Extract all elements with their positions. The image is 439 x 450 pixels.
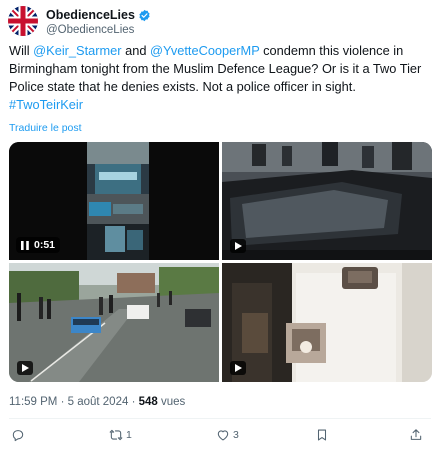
play-icon [235,242,242,250]
play-icon [235,364,242,372]
video-duration-badge: 0:51 [16,237,61,253]
reply-icon [12,430,24,442]
share-button[interactable] [409,428,423,442]
repost-icon [109,429,123,441]
divider [9,418,431,419]
author-name-row: ObedienceLies [46,8,151,22]
tweet-text-segment: and [121,43,151,58]
like-button[interactable]: 3 [216,428,239,442]
union-jack-flag-icon [8,6,38,36]
hashtag-link[interactable]: #TwoTeirKeir [9,97,83,112]
tweet-time[interactable]: 11:59 PM [9,396,57,408]
views-label: vues [157,396,186,408]
meta-separator: · [128,396,139,408]
tweet-text-segment: Will [9,43,34,58]
like-count: 3 [233,429,239,441]
pause-icon [21,240,29,250]
like-icon [217,430,229,441]
mention-link[interactable]: @Keir_Starmer [33,43,121,58]
author-avatar[interactable] [8,6,38,36]
author-display-name[interactable]: ObedienceLies [46,8,135,22]
video-duration: 0:51 [34,239,56,251]
share-icon [410,429,422,440]
views-count: 548 [138,396,158,408]
verified-badge-icon [139,9,150,21]
video-frame-car [222,142,432,260]
video-thumbnail-3[interactable] [9,263,219,382]
repost-count: 1 [126,429,132,441]
tweet-text: Will @Keir_Starmer and @YvetteCooperMP c… [9,42,431,114]
video-thumbnail-4[interactable] [222,263,432,382]
tweet-date[interactable]: 5 août 2024 [68,396,129,408]
video-frame-street-crowd [9,263,219,382]
translate-post-link[interactable]: Traduire le post [9,122,82,134]
mention-link[interactable]: @YvetteCooperMP [150,43,260,58]
author-handle[interactable]: @ObedienceLies [46,24,134,36]
video-thumbnail-1[interactable]: 0:51 [9,142,219,260]
play-icon [22,364,29,372]
bookmark-button[interactable] [315,428,329,442]
video-play-badge [230,239,246,253]
tweet-header: ObedienceLies @ObedienceLies [8,6,431,38]
meta-separator: · [57,396,68,408]
bookmark-icon [317,429,327,441]
video-play-badge [230,361,246,375]
video-play-badge [17,361,33,375]
tweet-meta: 11:59 PM · 5 août 2024 · 548 vues [9,396,185,408]
repost-button[interactable]: 1 [109,428,132,442]
video-thumbnail-2[interactable] [222,142,432,260]
action-bar: 1 3 [9,428,431,446]
video-frame-doorway [222,263,432,382]
media-grid: 0:51 [9,142,432,382]
reply-button[interactable] [11,428,28,442]
